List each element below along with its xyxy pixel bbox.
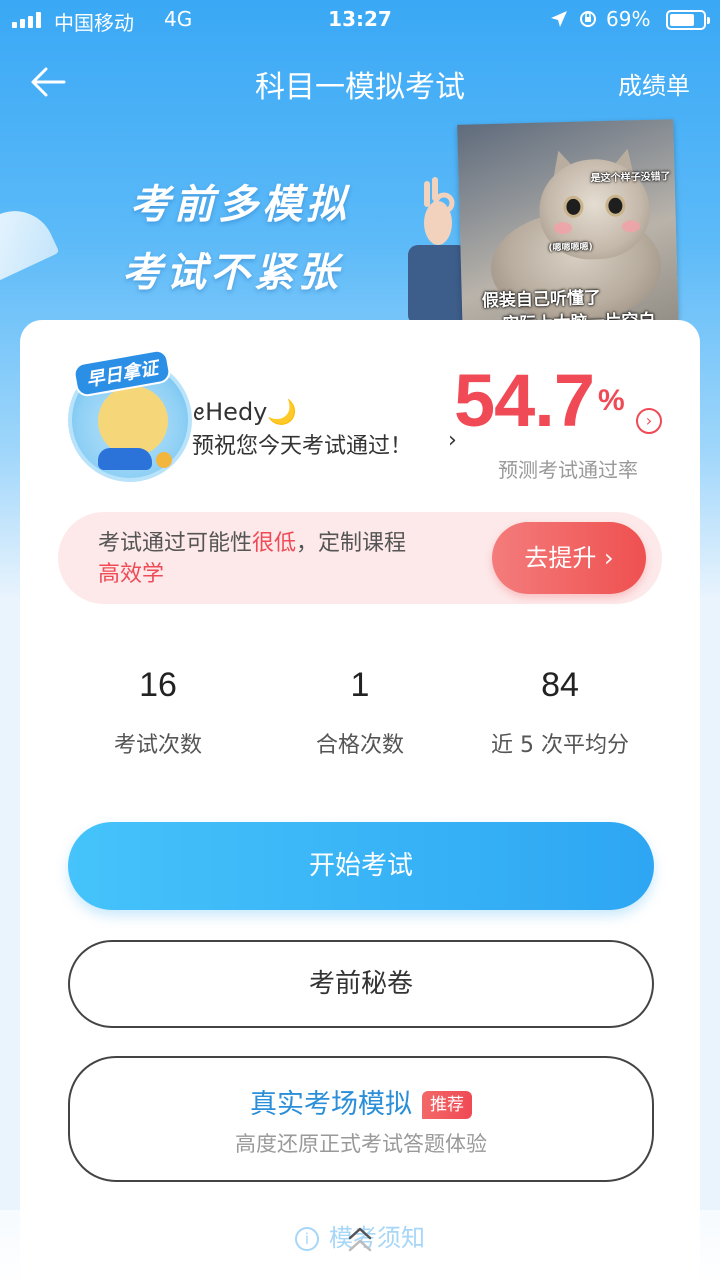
pass-rate-value: 54.7 [454, 359, 595, 442]
battery-icon [666, 10, 710, 30]
stat-label: 合格次数 [315, 733, 404, 758]
info-icon: i [295, 1227, 319, 1251]
alert-text-highlight: 很低 [252, 531, 297, 556]
alert-text-part2: ，定制课程 [296, 531, 407, 556]
improvement-alert: 考试通过可能性很低，定制课程 高效学 去提升 › [58, 512, 662, 604]
stat-value: 1 [350, 666, 370, 704]
page-title: 科目一模拟考试 [255, 70, 465, 105]
score-report-link[interactable]: 成绩单 [618, 66, 690, 101]
stat-label: 近 5 次平均分 [491, 733, 629, 758]
chevron-up-icon[interactable] [344, 1222, 376, 1258]
battery-percent: 69% [606, 7, 651, 31]
stat-exam-count: 16 考试次数 [58, 666, 258, 759]
stat-value: 16 [139, 666, 177, 704]
status-bar: 中国移动 4G 13:27 69% [0, 0, 720, 40]
recommend-badge: 推荐 [422, 1091, 472, 1119]
improve-button[interactable]: 去提升 › [492, 522, 646, 594]
secret-paper-button[interactable]: 考前秘卷 [68, 940, 654, 1028]
banner-slogan-line2: 考试不紧张 [122, 250, 342, 296]
wish-message[interactable]: 预祝您今天考试通过！ [192, 428, 412, 460]
stat-average-score: 84 近 5 次平均分 [460, 666, 660, 759]
real-exam-title-row: 真实考场模拟 推荐 [70, 1082, 652, 1121]
banner-slogan-line1: 考前多模拟 [130, 182, 350, 228]
real-exam-subtitle: 高度还原正式考试答题体验 [235, 1132, 487, 1156]
alert-text-line2: 高效学 [98, 562, 165, 587]
start-exam-button[interactable]: 开始考试 [68, 822, 654, 910]
stat-label: 考试次数 [113, 733, 202, 758]
car-icon [98, 448, 152, 470]
stat-value: 84 [541, 666, 579, 704]
coin-icon [156, 452, 172, 468]
stat-pass-count: 1 合格次数 [260, 666, 460, 759]
alert-text-part1: 考试通过可能性 [98, 531, 253, 556]
cat-meme-image: 是这个样子没错了 (嗯嗯嗯嗯) 假装自己听懂了 实际上大脑一片空白 [457, 119, 679, 339]
alert-message: 考试通过可能性很低，定制课程 高效学 [98, 528, 478, 590]
pass-rate-detail-icon[interactable]: › [636, 408, 662, 434]
pass-rate-label: 预测考试通过率 [498, 458, 638, 482]
username-text: ꫀHedy [192, 398, 268, 426]
location-arrow-icon [551, 11, 567, 27]
avatar[interactable]: 早日拿证 [68, 347, 192, 482]
meme-caption-small1: 是这个样子没错了 [590, 171, 671, 185]
real-exam-simulation-button[interactable]: 真实考场模拟 推荐 高度还原正式考试答题体验 [68, 1056, 654, 1182]
real-exam-title: 真实考场模拟 [250, 1089, 412, 1120]
pass-rate-unit: % [598, 384, 625, 417]
meme-caption-small2: (嗯嗯嗯嗯) [548, 242, 593, 254]
rotation-lock-icon [580, 11, 596, 27]
exam-card: 早日拿证 ꫀHedy🌙 预祝您今天考试通过！ › 54.7 % › 预测考试通过… [20, 320, 700, 1281]
moon-icon: 🌙 [267, 398, 298, 426]
